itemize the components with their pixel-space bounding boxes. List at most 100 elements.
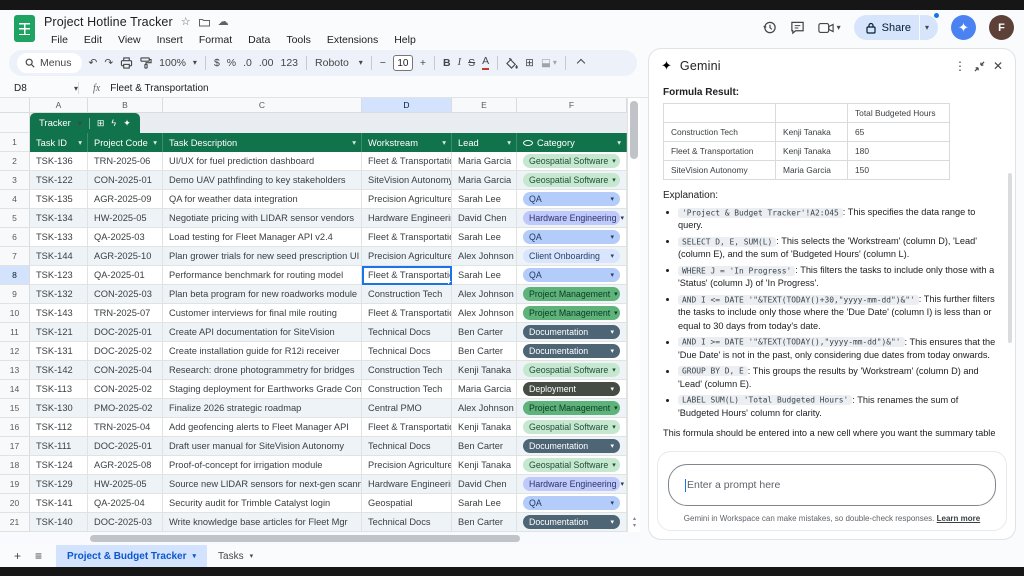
prompt-input[interactable]: Enter a prompt here: [668, 464, 996, 506]
menu-insert[interactable]: Insert: [150, 33, 190, 47]
cell-task-description[interactable]: Create installation guide for R12i recei…: [163, 342, 362, 361]
borders-button[interactable]: ⊞: [525, 58, 534, 69]
header-filter-caret-icon[interactable]: ▾: [442, 138, 446, 147]
cell-task-id[interactable]: TSK-140: [30, 513, 88, 532]
cell-project-code[interactable]: AGR-2025-09: [88, 190, 163, 209]
cell-lead[interactable]: Ben Carter: [452, 342, 517, 361]
formula-input[interactable]: Fleet & Transportation: [110, 83, 208, 94]
cell-task-description[interactable]: UI/UX for fuel prediction dashboard: [163, 152, 362, 171]
cell-lead[interactable]: David Chen: [452, 209, 517, 228]
column-letter-A[interactable]: A: [30, 98, 88, 113]
row-number-18[interactable]: 18: [0, 456, 30, 475]
cell-category[interactable]: QA▾: [517, 228, 627, 247]
vertical-scrollbar-thumb[interactable]: [630, 101, 638, 159]
star-icon[interactable]: ☆: [181, 17, 191, 28]
menu-data[interactable]: Data: [241, 33, 277, 47]
all-sheets-button[interactable]: ≡: [35, 549, 42, 563]
row-number-12[interactable]: 12: [0, 342, 30, 361]
cell-task-description[interactable]: Write knowledge base articles for Fleet …: [163, 513, 362, 532]
cell-workstream[interactable]: Hardware Engineering: [362, 209, 452, 228]
add-sheet-button[interactable]: +: [14, 549, 21, 563]
cell-lead[interactable]: Kenji Tanaka: [452, 456, 517, 475]
cell-lead[interactable]: Sarah Lee: [452, 190, 517, 209]
corner-cell[interactable]: [0, 98, 30, 113]
panel-scrollbar-thumb[interactable]: [1008, 173, 1012, 343]
cell-task-id[interactable]: TSK-144: [30, 247, 88, 266]
cell-lead[interactable]: Kenji Tanaka: [452, 361, 517, 380]
cell-workstream[interactable]: Fleet & Transportation: [362, 228, 452, 247]
cell-task-description[interactable]: Customer interviews for final mile routi…: [163, 304, 362, 323]
decrease-decimals-button[interactable]: .0: [243, 58, 252, 69]
header-cell-category[interactable]: Category▾: [517, 133, 627, 152]
menu-view[interactable]: View: [111, 33, 148, 47]
cell-category[interactable]: Geospatial Software▾: [517, 152, 627, 171]
cell-task-description[interactable]: Plan grower trials for new seed prescrip…: [163, 247, 362, 266]
header-filter-caret-icon[interactable]: ▾: [153, 138, 157, 147]
cell-task-id[interactable]: TSK-129: [30, 475, 88, 494]
row-number-10[interactable]: 10: [0, 304, 30, 323]
cell-task-id[interactable]: TSK-136: [30, 152, 88, 171]
sheet-tab-tasks[interactable]: Tasks▾: [207, 545, 264, 567]
cell-workstream[interactable]: Construction Tech: [362, 285, 452, 304]
menus-search-button[interactable]: Menus: [17, 53, 82, 73]
cell-workstream[interactable]: SiteVision Autonomy: [362, 171, 452, 190]
cell-project-code[interactable]: DOC-2025-01: [88, 437, 163, 456]
cell-task-description[interactable]: Create API documentation for SiteVision: [163, 323, 362, 342]
cell-project-code[interactable]: DOC-2025-01: [88, 323, 163, 342]
cell-lead[interactable]: Ben Carter: [452, 513, 517, 532]
cell-workstream[interactable]: Construction Tech: [362, 361, 452, 380]
more-formats-button[interactable]: 123: [281, 58, 299, 69]
header-cell-task-description[interactable]: Task Description▾: [163, 133, 362, 152]
cell-lead[interactable]: Kenji Tanaka: [452, 418, 517, 437]
cell-project-code[interactable]: HW-2025-05: [88, 475, 163, 494]
cell-task-description[interactable]: Negotiate pricing with LIDAR sensor vend…: [163, 209, 362, 228]
row-number-3[interactable]: 3: [0, 171, 30, 190]
menu-format[interactable]: Format: [192, 33, 239, 47]
cell-task-description[interactable]: Demo UAV pathfinding to key stakeholders: [163, 171, 362, 190]
category-chip[interactable]: Client Onboarding▾: [523, 249, 620, 263]
cell-workstream[interactable]: Technical Docs: [362, 513, 452, 532]
cell-task-description[interactable]: Finalize 2026 strategic roadmap: [163, 399, 362, 418]
cell-lead[interactable]: Alex Johnson: [452, 304, 517, 323]
cell-task-id[interactable]: TSK-143: [30, 304, 88, 323]
cell-category[interactable]: QA▾: [517, 494, 627, 513]
cell-project-code[interactable]: AGR-2025-08: [88, 456, 163, 475]
vertical-scrollbar[interactable]: ▴▾: [627, 98, 640, 532]
cell-lead[interactable]: Ben Carter: [452, 323, 517, 342]
cell-lead[interactable]: Sarah Lee: [452, 266, 517, 285]
cell-task-description[interactable]: Proof-of-concept for irrigation module: [163, 456, 362, 475]
cell-workstream[interactable]: Precision Agriculture: [362, 247, 452, 266]
cell-task-id[interactable]: TSK-132: [30, 285, 88, 304]
row-number-7[interactable]: 7: [0, 247, 30, 266]
cell-workstream[interactable]: Construction Tech: [362, 380, 452, 399]
cell-lead[interactable]: Ben Carter: [452, 437, 517, 456]
account-avatar[interactable]: F: [989, 15, 1014, 40]
cell-lead[interactable]: Maria Garcia: [452, 380, 517, 399]
cell-lead[interactable]: Maria Garcia: [452, 171, 517, 190]
cell-task-id[interactable]: TSK-121: [30, 323, 88, 342]
table-ai-icon[interactable]: ✦: [123, 118, 131, 129]
header-cell-task-id[interactable]: Task ID▾: [30, 133, 88, 152]
cell-task-id[interactable]: TSK-141: [30, 494, 88, 513]
cloud-status-icon[interactable]: ☁: [218, 17, 229, 28]
header-cell-workstream[interactable]: Workstream▾: [362, 133, 452, 152]
column-letter-D[interactable]: D: [362, 98, 452, 113]
cell-lead[interactable]: Alex Johnson: [452, 399, 517, 418]
move-folder-icon[interactable]: [199, 18, 210, 27]
cell-task-id[interactable]: TSK-135: [30, 190, 88, 209]
row-number-14[interactable]: 14: [0, 380, 30, 399]
row-number-15[interactable]: 15: [0, 399, 30, 418]
category-chip[interactable]: Hardware Engineering▾: [523, 477, 620, 491]
cell-task-description[interactable]: Add geofencing alerts to Fleet Manager A…: [163, 418, 362, 437]
strikethrough-button[interactable]: S: [468, 58, 475, 69]
cell-project-code[interactable]: QA-2025-03: [88, 228, 163, 247]
bold-button[interactable]: B: [443, 58, 451, 69]
cell-project-code[interactable]: CON-2025-03: [88, 285, 163, 304]
cell-task-description[interactable]: Security audit for Trimble Catalyst logi…: [163, 494, 362, 513]
horizontal-scrollbar[interactable]: [0, 532, 640, 545]
cell-task-id[interactable]: TSK-131: [30, 342, 88, 361]
cell-project-code[interactable]: CON-2025-01: [88, 171, 163, 190]
cell-workstream[interactable]: Geospatial: [362, 494, 452, 513]
header-filter-caret-icon[interactable]: ▾: [507, 138, 511, 147]
menu-file[interactable]: File: [44, 33, 75, 47]
